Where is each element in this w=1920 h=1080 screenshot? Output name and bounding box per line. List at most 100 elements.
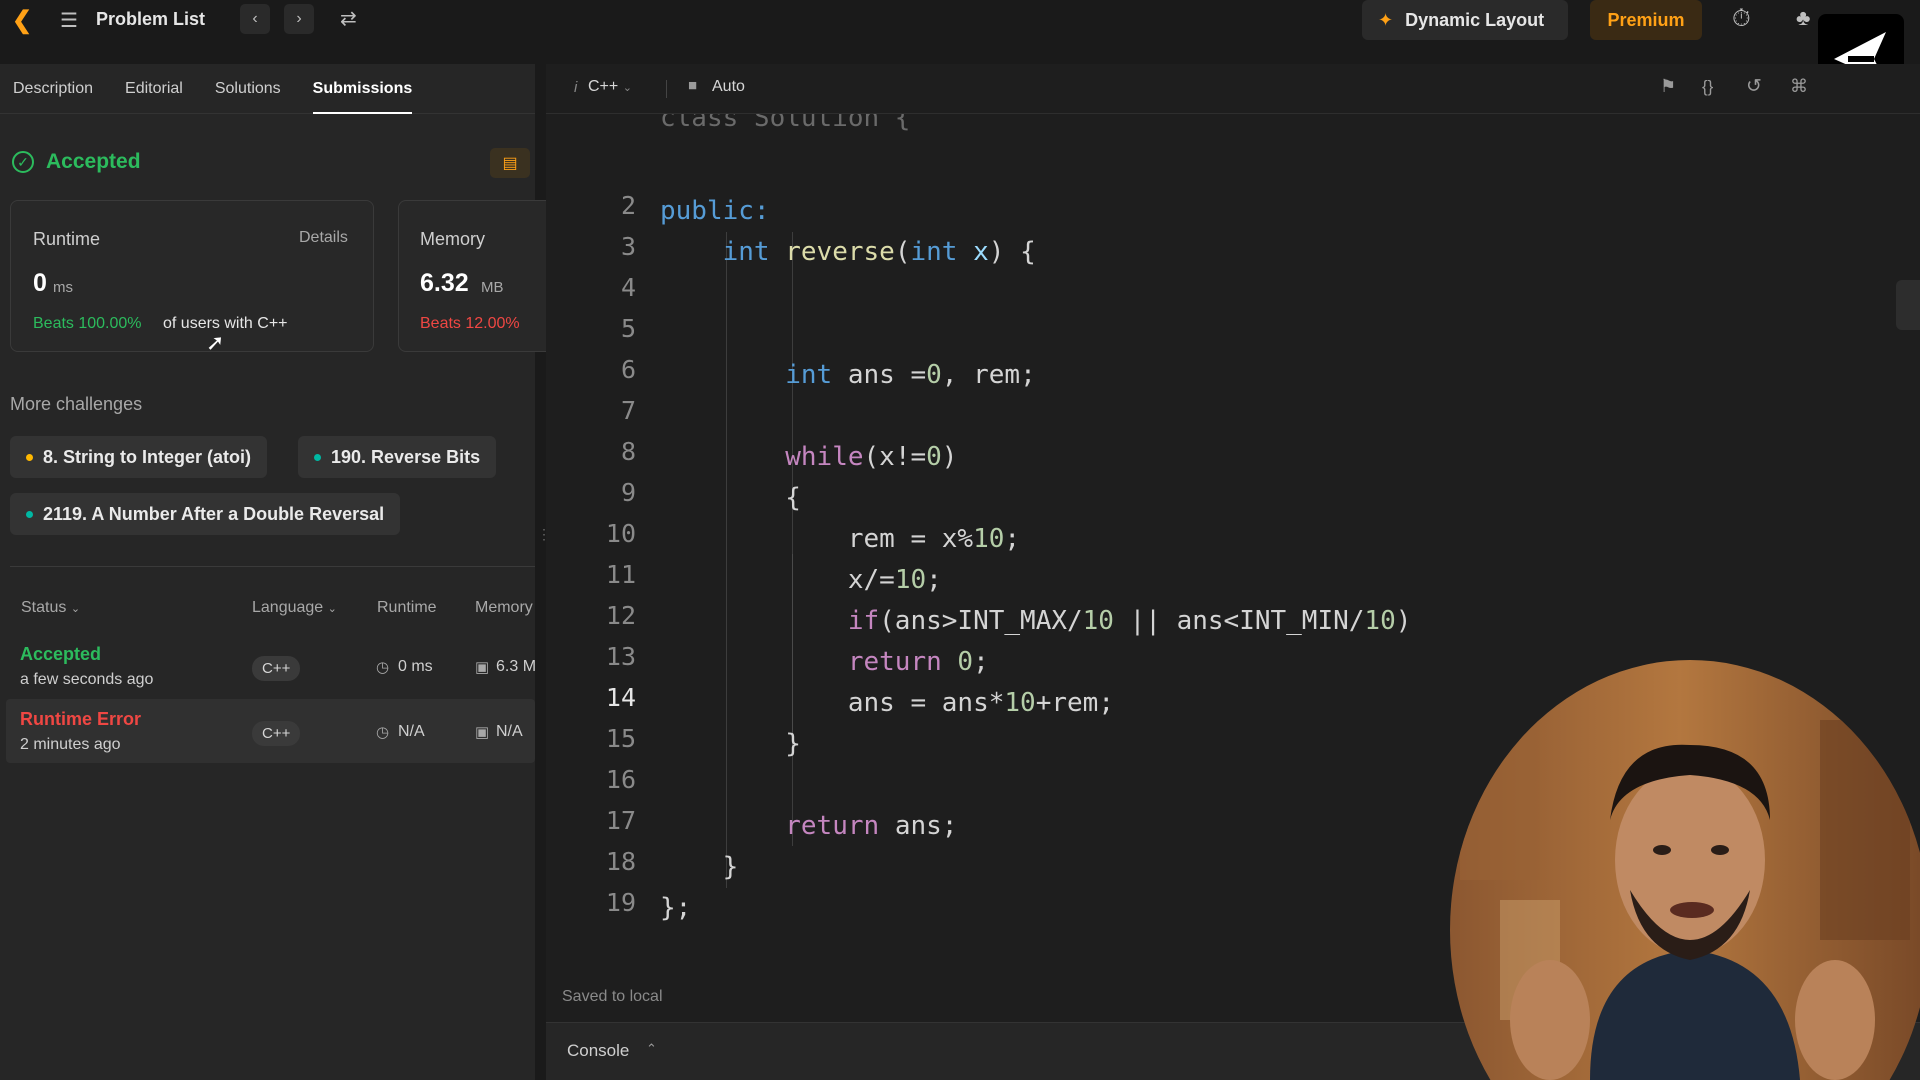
submissions-table-header: Status ⌄ Language ⌄ Runtime Memory [0,599,535,625]
submission-time: 2 minutes ago [20,736,121,753]
panel-resize-handle[interactable]: ⋮ [537,527,551,554]
submission-memory: 6.3 M [496,658,537,675]
difficulty-dot [26,510,33,518]
challenge-label: 8. String to Integer (atoi) [43,446,252,467]
runtime-card[interactable]: Runtime Details 0 ms Beats 100.00% of us… [10,200,374,352]
language-header[interactable]: Language ⌄ [252,599,337,617]
check-circle-icon: ✓ [12,151,34,173]
memory-chip-icon: ▣ [475,659,490,676]
side-panel-toggle-icon[interactable] [1896,280,1920,330]
memory-unit: MB [481,279,504,296]
prev-problem-icon[interactable]: ‹ [240,4,270,34]
memory-label: Memory [420,229,486,249]
submission-runtime: N/A [398,723,425,740]
editor-toolbar: i C++ ⌄ ■ Auto ⚑ {} ↺ ⌘ [546,64,1920,114]
more-challenges-heading: More challenges [10,394,143,414]
submission-memory: N/A [496,723,523,740]
left-tabs: Description Editorial Solutions Submissi… [0,64,535,114]
shortcut-icon[interactable]: ⌘ [1790,76,1808,97]
leetcode-logo-icon[interactable]: ❮ [12,6,32,35]
problem-list-title[interactable]: Problem List [96,9,205,30]
code-line: rem = x%10; [847,524,1021,554]
runtime-value: 0 [33,269,47,297]
line-number: 5 [620,314,636,343]
runtime-unit: ms [53,279,73,296]
table-row[interactable]: Runtime Error 2 minutes ago C++ ◷ N/A ▣ … [6,699,535,763]
challenge-chip[interactable]: 2119. A Number After a Double Reversal [10,493,401,535]
memory-value: 6.32 [420,269,469,297]
language-label: C++ [588,78,619,95]
list-icon[interactable]: ☰ [60,8,78,33]
challenge-chip[interactable]: 190. Reverse Bits [298,436,497,478]
next-problem-icon[interactable]: › [284,4,314,34]
tab-submissions[interactable]: Submissions [312,64,412,114]
tab-editorial[interactable]: Editorial [125,64,183,114]
chevron-up-icon: ⌃ [646,1041,657,1056]
clock-icon: ◷ [376,724,390,741]
shuffle-icon[interactable]: ⇄ [340,6,357,31]
status-header[interactable]: Status ⌄ [21,599,80,617]
language-pill: C++ [252,721,301,746]
top-bar: ❮ ☰ Problem List ‹ › ⇄ ✦ Dynamic Layout … [0,0,1920,100]
book-icon[interactable]: ▤ [490,148,530,178]
info-icon: i [574,79,578,96]
toolbar-divider [666,80,667,98]
runtime-beats: Beats 100.00% [33,315,142,332]
language-select[interactable]: C++ ⌄ [588,78,632,96]
accepted-label: Accepted [46,150,141,173]
line-number: 7 [620,396,636,425]
code-line: } [785,729,801,759]
memory-card[interactable]: Memory 6.32 MB Beats 12.00% [398,200,548,352]
code-line: }; [660,893,692,923]
clock-icon: ◷ [376,659,390,676]
premium-button[interactable]: Premium [1590,0,1702,40]
bookmark-icon[interactable]: ⚑ [1660,76,1676,97]
presenter-video [1450,660,1920,1080]
accepted-header: ✓ Accepted [12,150,141,174]
line-number: 13 [605,642,636,671]
line-number: 12 [605,601,636,630]
line-number: 9 [620,478,636,507]
submission-time: a few seconds ago [20,671,154,688]
challenge-chip[interactable]: 8. String to Integer (atoi) [10,436,268,478]
line-number: 15 [605,724,636,753]
challenge-label: 190. Reverse Bits [331,446,481,467]
dynamic-layout-label: Dynamic Layout [1405,9,1545,30]
braces-icon[interactable]: {} [1702,77,1713,97]
sparkle-icon: ✦ [1378,9,1394,30]
tab-solutions[interactable]: Solutions [215,64,281,114]
chevron-down-icon: ⌄ [70,603,81,615]
auto-mode-label[interactable]: Auto [712,78,745,96]
memory-beats: Beats 12.00% [420,315,520,332]
submission-runtime: 0 ms [398,658,433,675]
chevron-down-icon: ⌄ [622,82,632,94]
details-link[interactable]: Details [299,229,348,247]
status-header-label: Status [21,599,67,616]
streak-icon[interactable]: ♣ [1796,5,1810,31]
line-number: 2 [620,191,636,220]
memory-header: Memory [475,599,533,616]
line-number: 19 [605,888,636,917]
code-line: ans = ans*10+rem; [847,688,1114,718]
code-line: int ans =0, rem; [785,360,1036,390]
difficulty-dot [314,453,321,461]
dynamic-layout-button[interactable]: ✦ Dynamic Layout [1362,0,1568,40]
line-number: 16 [605,765,636,794]
reset-icon[interactable]: ↺ [1746,75,1762,98]
saved-status: Saved to local [562,988,663,1005]
mouse-cursor-icon: ➚ [206,330,225,355]
code-line: return ans; [785,811,958,841]
timer-icon[interactable]: ⏱ [1732,5,1751,33]
line-number: 10 [605,519,636,548]
code-line: public: [660,196,770,226]
submission-status: Accepted [20,644,102,664]
code-line: int reverse(int x) { [722,237,1036,267]
line-number: 3 [620,232,636,261]
left-panel: Description Editorial Solutions Submissi… [0,64,548,1080]
code-line: if(ans>INT_MAX/10 || ans<INT_MIN/10) [847,606,1412,636]
tab-description[interactable]: Description [13,64,93,114]
line-number: 14 [605,683,636,712]
runtime-label: Runtime [33,229,101,249]
chevron-down-icon: ⌄ [327,603,337,615]
table-row[interactable]: Accepted a few seconds ago C++ ◷ 0 ms ▣ … [6,634,537,698]
